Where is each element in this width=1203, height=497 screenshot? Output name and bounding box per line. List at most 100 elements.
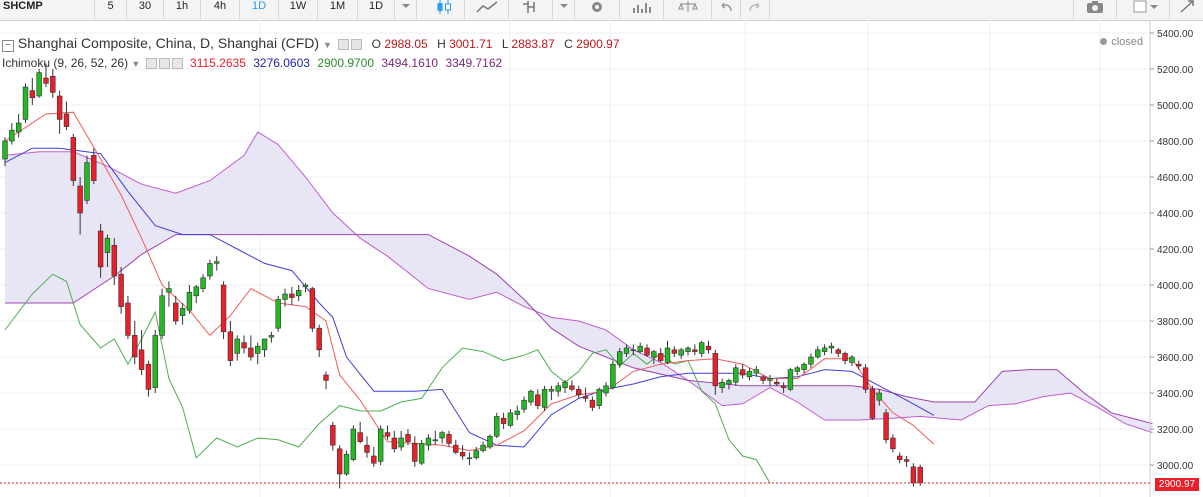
visibility-icon[interactable] xyxy=(145,58,157,70)
chikou-value: 2900.9700 xyxy=(317,56,375,70)
line-style-button[interactable] xyxy=(465,0,509,19)
candle xyxy=(364,436,370,458)
chevron-down-icon xyxy=(401,4,410,8)
candle xyxy=(84,155,90,204)
market-status: closed xyxy=(1100,36,1143,48)
chevron-down-icon[interactable]: ▼ xyxy=(323,40,332,50)
candle-body xyxy=(282,293,288,300)
candle-body xyxy=(562,381,568,388)
candle-body xyxy=(739,369,746,376)
candle-body xyxy=(726,380,732,385)
candle xyxy=(111,238,117,285)
candle-body xyxy=(903,459,910,462)
redo-button[interactable] xyxy=(741,0,770,19)
candle xyxy=(268,331,275,343)
close-icon[interactable] xyxy=(171,58,183,70)
visibility-icon[interactable] xyxy=(337,38,349,50)
candle-body xyxy=(555,385,561,392)
candle xyxy=(774,378,780,386)
candle xyxy=(794,366,800,375)
candle-body xyxy=(569,385,575,390)
indicators-dropdown-button[interactable] xyxy=(553,0,575,19)
candle xyxy=(384,425,391,440)
candle-body xyxy=(412,443,418,462)
symbol-field[interactable]: SHCMP xyxy=(0,0,95,19)
candle-body xyxy=(193,286,199,297)
candle xyxy=(193,285,199,303)
scales-button[interactable] xyxy=(664,0,712,19)
candle-body xyxy=(97,230,104,268)
interval-1d-custom-button[interactable]: 1D xyxy=(358,0,395,19)
interval-1m-button[interactable]: 1M xyxy=(318,0,358,19)
candle xyxy=(446,430,452,447)
candle xyxy=(316,324,322,357)
candle xyxy=(671,346,678,357)
indicator-title: Ichimoku (9, 26, 52, 26) xyxy=(2,56,129,70)
indicators-button[interactable] xyxy=(509,0,553,19)
candle-body xyxy=(446,434,452,444)
candle-body xyxy=(603,385,609,394)
series-legend: − Shanghai Composite, China, D, Shanghai… xyxy=(2,35,620,52)
candle xyxy=(521,396,527,413)
chevron-down-icon[interactable]: ▼ xyxy=(131,59,140,69)
interval-1d-button[interactable]: 1D xyxy=(240,0,279,19)
candle-body xyxy=(439,432,445,439)
candle xyxy=(56,90,63,134)
candle-body xyxy=(384,432,391,437)
candle xyxy=(91,148,97,185)
candle-body xyxy=(466,457,473,460)
candle-body xyxy=(275,299,281,329)
candle-body xyxy=(43,77,49,84)
candle xyxy=(828,342,835,354)
candle-body xyxy=(405,434,411,442)
candle-body xyxy=(705,345,712,351)
y-tick-label: 5200.00 xyxy=(1157,65,1194,76)
chart-type-button[interactable] xyxy=(423,0,465,19)
snapshot-button[interactable] xyxy=(1073,0,1117,19)
candle xyxy=(746,367,753,381)
candle xyxy=(589,396,596,411)
candle-body xyxy=(377,428,384,462)
interval-30-button[interactable]: 30 xyxy=(127,0,164,19)
candle-body xyxy=(521,399,527,410)
price-chart[interactable]: 5400.00 5200.00 5000.00 4800.00 4600.00 4400.… xyxy=(0,20,1203,497)
candle-body xyxy=(528,390,534,403)
candle-body xyxy=(610,363,616,388)
fullscreen-button[interactable] xyxy=(1170,0,1203,19)
candle xyxy=(357,421,363,444)
settings-icon[interactable] xyxy=(158,58,170,70)
candle-body xyxy=(514,410,520,415)
compare-button[interactable] xyxy=(620,0,664,19)
layout-button[interactable] xyxy=(1122,0,1170,19)
candle-body xyxy=(698,342,705,354)
interval-4h-button[interactable]: 4h xyxy=(201,0,240,19)
kijun-value: 3276.0603 xyxy=(253,56,310,70)
settings-icon[interactable] xyxy=(350,38,362,50)
candle xyxy=(535,389,541,410)
settings-button[interactable] xyxy=(575,0,620,19)
candle-body xyxy=(835,349,841,354)
y-tick-label: 4800.00 xyxy=(1157,137,1194,148)
candle-body xyxy=(535,394,541,406)
candle xyxy=(821,344,828,356)
interval-1w-button[interactable]: 1W xyxy=(279,0,318,19)
interval-dropdown-button[interactable] xyxy=(395,0,417,19)
candlestick-icon xyxy=(437,0,451,14)
candle xyxy=(739,364,746,379)
collapse-icon[interactable]: − xyxy=(2,40,14,52)
undo-button[interactable] xyxy=(712,0,741,19)
candle-body xyxy=(917,466,923,484)
candle-body xyxy=(664,347,671,363)
y-tick-label: 5000.00 xyxy=(1157,101,1194,112)
candle-body xyxy=(50,75,56,93)
toolbar: SHCMP 5 30 1h 4h 1D 1W 1M 1D xyxy=(0,0,1203,21)
candle xyxy=(733,364,739,386)
candle-body xyxy=(227,331,234,361)
candle-body xyxy=(152,335,158,388)
interval-1h-button[interactable]: 1h xyxy=(164,0,201,19)
candle-body xyxy=(637,345,643,352)
interval-5-button[interactable]: 5 xyxy=(95,0,127,19)
candle xyxy=(275,295,281,332)
candle-body xyxy=(364,444,370,453)
ichimoku-lines xyxy=(4,111,1153,484)
